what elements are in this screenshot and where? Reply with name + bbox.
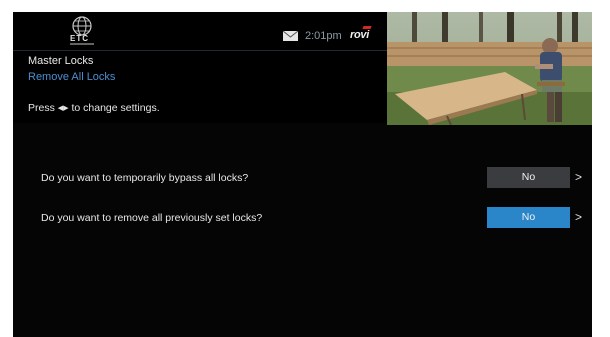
logo-text: ETC [70, 34, 89, 43]
page-subtitle: Remove All Locks [28, 71, 116, 83]
remove-locks-value-button[interactable]: No [487, 207, 570, 228]
question-bypass-locks-label: Do you want to temporarily bypass all lo… [41, 172, 249, 184]
tv-screen: ETC 2:01pm rovi Master Locks Remove All … [13, 12, 592, 337]
header-divider [13, 50, 387, 51]
chevron-right-icon[interactable]: > [575, 167, 582, 188]
left-right-arrows-icon: ◀▶ [57, 105, 69, 112]
bypass-locks-value-button[interactable]: No [487, 167, 570, 188]
instruction-suffix: to change settings. [71, 102, 160, 114]
clock-time: 2:01pm [305, 30, 342, 42]
instruction-text: Press ◀▶ to change settings. [28, 101, 160, 116]
chevron-right-icon[interactable]: > [575, 207, 582, 228]
rovi-logo: rovi [350, 29, 369, 41]
instruction-prefix: Press [28, 102, 55, 114]
question-remove-locks-label: Do you want to remove all previously set… [41, 212, 263, 224]
page-title: Master Locks [28, 55, 94, 67]
envelope-icon [283, 31, 298, 41]
header-panel: ETC 2:01pm rovi Master Locks Remove All … [13, 12, 387, 123]
live-video-preview [387, 12, 592, 125]
